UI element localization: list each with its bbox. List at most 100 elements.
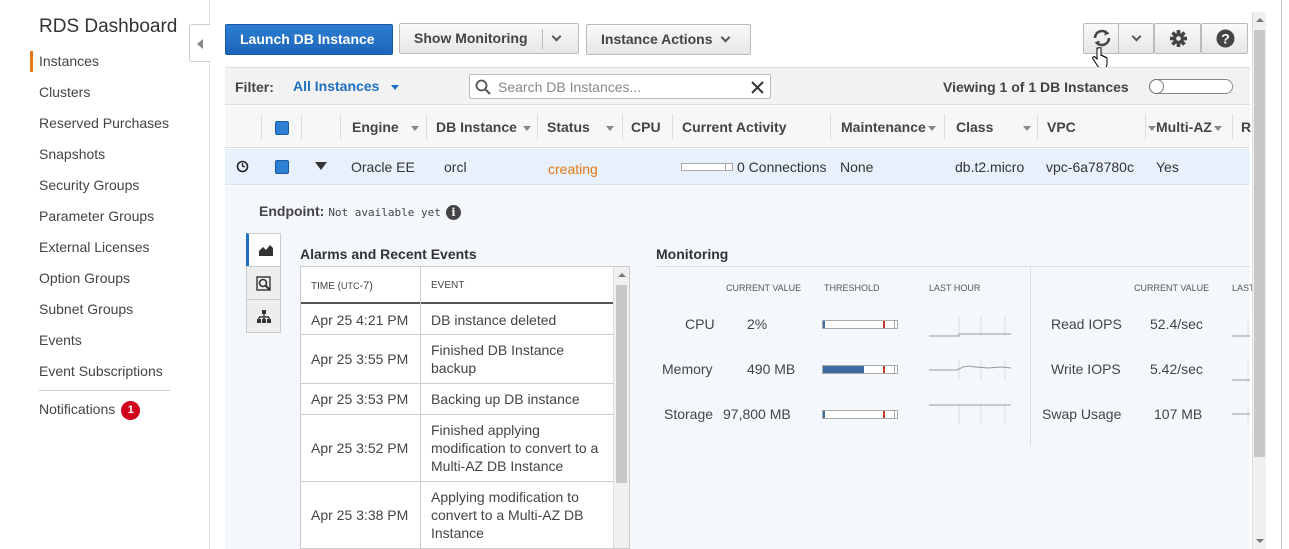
caret-down-icon (391, 84, 400, 90)
col-current-activity[interactable]: Current Activity (682, 119, 787, 135)
help-button[interactable]: ? (1201, 23, 1248, 54)
alarms-scrollbar[interactable] (613, 267, 629, 548)
metric-memory-sparkline[interactable] (929, 358, 1011, 382)
sidebar-item-notifications[interactable]: Notifications 1 (39, 401, 141, 420)
page-size-slider[interactable] (1149, 79, 1233, 94)
area-chart-icon (259, 245, 273, 256)
sidebar-item-events[interactable]: Events (39, 332, 82, 348)
metric-cpu-value: 2% (747, 316, 768, 332)
instance-actions-button[interactable]: Instance Actions (586, 24, 751, 55)
alarms-scrollbar-thumb[interactable] (616, 285, 627, 483)
col-db-instance[interactable]: DB Instance (436, 119, 531, 135)
search-box[interactable] (469, 74, 771, 99)
tab-configuration[interactable] (246, 266, 281, 300)
col-cpu[interactable]: CPU (631, 119, 661, 135)
sidebar-item-clusters[interactable]: Clusters (39, 84, 90, 100)
sort-caret-icon (1213, 125, 1222, 131)
search-input[interactable] (496, 77, 746, 96)
collapse-sidebar-button[interactable] (189, 24, 210, 62)
help-icon: ? (1216, 29, 1235, 48)
sidebar-item-instances[interactable]: Instances (39, 53, 99, 69)
monitoring-col-last-hour: LAST HOUR (929, 283, 981, 293)
alarms-time-header: TIME (UTC-7) (311, 280, 373, 292)
sidebar-item-parameter-groups[interactable]: Parameter Groups (39, 208, 154, 224)
metric-memory-label[interactable]: Memory (662, 361, 713, 377)
metric-memory-threshold (822, 365, 898, 374)
cell-maintenance: None (840, 159, 874, 175)
chevron-down-icon[interactable] (551, 31, 561, 42)
col-multi-az[interactable]: Multi-AZ (1156, 119, 1222, 135)
detail-tabs (246, 233, 281, 333)
col-db-instance-label: DB Instance (436, 119, 517, 135)
metric-read-iops-value: 52.4/sec (1150, 316, 1203, 332)
event-time: Apr 25 3:55 PM (311, 351, 409, 367)
info-icon[interactable]: i (445, 204, 461, 220)
page-scrollbar[interactable] (1252, 12, 1266, 549)
launch-db-instance-button[interactable]: Launch DB Instance (225, 24, 393, 55)
metric-swap-usage-label[interactable]: Swap Usage (1042, 406, 1121, 422)
page-scrollbar-thumb[interactable] (1254, 30, 1265, 457)
cell-current-activity: 0 Connections (737, 159, 827, 175)
settings-button[interactable] (1154, 23, 1201, 54)
table-header: Engine DB Instance Status CPU Current Ac… (225, 106, 1251, 148)
expand-row-icon[interactable] (315, 162, 327, 171)
tab-monitoring[interactable] (246, 233, 281, 267)
threshold-marker (883, 411, 885, 418)
monitoring-title: Monitoring (656, 246, 729, 262)
event-time: Apr 25 3:38 PM (311, 507, 409, 523)
event-description: Applying modification to convert to a Mu… (431, 489, 584, 541)
sidebar-item-security-groups[interactable]: Security Groups (39, 177, 139, 193)
metric-storage-sparkline[interactable] (929, 402, 1011, 426)
threshold-fill (823, 366, 864, 373)
list-item: Apr 25 3:53 PM Backing up DB instance (301, 384, 615, 415)
metric-cpu-threshold (822, 320, 898, 329)
cell-status: creating (548, 161, 598, 177)
sidebar-item-reserved-purchases[interactable]: Reserved Purchases (39, 115, 169, 131)
col-engine[interactable]: Engine (352, 119, 419, 135)
clear-search-icon[interactable] (751, 81, 764, 94)
time-header-prefix: TIME ( (311, 281, 341, 292)
sidebar-title[interactable]: RDS Dashboard (39, 16, 177, 38)
cell-vpc[interactable]: vpc-6a78780c (1046, 159, 1134, 175)
metric-read-iops-label[interactable]: Read IOPS (1051, 316, 1122, 332)
sidebar-item-subnet-groups[interactable]: Subnet Groups (39, 301, 133, 317)
col-multi-az-label: Multi-AZ (1156, 119, 1212, 135)
row-checkbox[interactable] (275, 160, 289, 174)
sidebar-item-option-groups[interactable]: Option Groups (39, 270, 130, 286)
sidebar-item-event-subscriptions[interactable]: Event Subscriptions (39, 363, 163, 379)
filter-value: All Instances (293, 78, 380, 94)
notifications-label: Notifications (39, 401, 116, 418)
magnifier-icon (256, 276, 271, 291)
sidebar-item-snapshots[interactable]: Snapshots (39, 146, 105, 162)
refresh-options-button[interactable] (1118, 23, 1154, 54)
alarms-title: Alarms and Recent Events (300, 246, 477, 262)
slider-handle[interactable] (1149, 79, 1164, 94)
monitoring-col-current-right: CURRENT VALUE (1134, 283, 1210, 293)
col-r[interactable]: R (1241, 119, 1251, 135)
window-edge (1281, 0, 1289, 549)
threshold-marker (883, 366, 885, 373)
col-vpc[interactable]: VPC (1047, 119, 1156, 135)
event-description: Backing up DB instance (431, 391, 580, 407)
tab-topology[interactable] (246, 299, 281, 333)
metric-write-iops-label[interactable]: Write IOPS (1051, 361, 1121, 377)
metric-cpu-label[interactable]: CPU (685, 316, 715, 332)
event-description: Finished DB Instance backup (431, 342, 565, 376)
table-row[interactable]: Oracle EE orcl creating 0 Connections No… (225, 149, 1250, 185)
clock-icon (236, 160, 249, 173)
col-status[interactable]: Status (547, 119, 614, 135)
col-class[interactable]: Class (956, 119, 1032, 135)
filter-dropdown[interactable]: All Instances (293, 78, 400, 94)
cell-db-instance[interactable]: orcl (444, 159, 467, 175)
select-all-checkbox[interactable] (275, 121, 289, 135)
header-separator (261, 114, 262, 140)
col-maintenance[interactable]: Maintenance (841, 119, 936, 135)
show-monitoring-button[interactable]: Show Monitoring (399, 23, 579, 54)
header-separator (537, 114, 538, 140)
monitoring-col-threshold: THRESHOLD (824, 283, 880, 293)
header-separator (622, 114, 623, 140)
alarms-event-header: EVENT (431, 280, 465, 291)
metric-storage-label[interactable]: Storage (664, 406, 713, 422)
sidebar-item-external-licenses[interactable]: External Licenses (39, 239, 150, 255)
metric-cpu-sparkline[interactable] (929, 314, 1011, 338)
